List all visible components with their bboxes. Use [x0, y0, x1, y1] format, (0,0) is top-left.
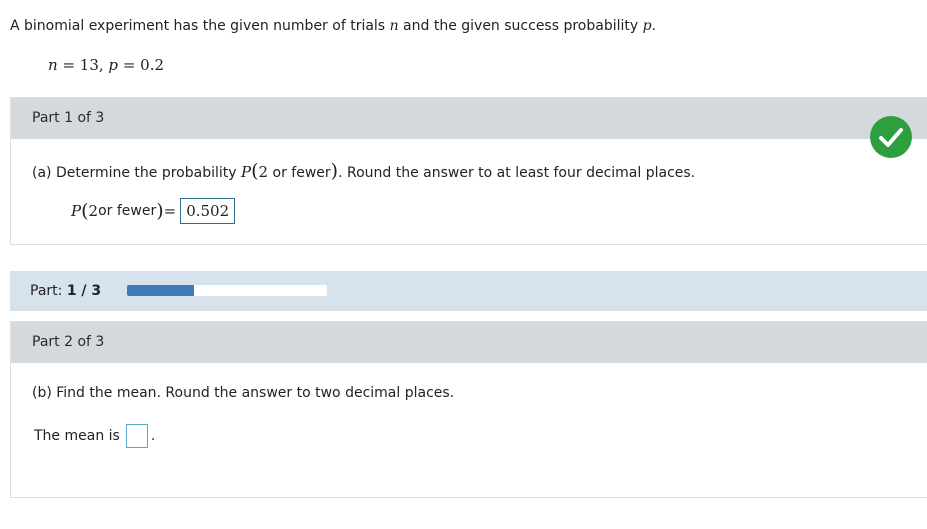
part2-card: Part 2 of 3 (b) Find the mean. Round the… [10, 321, 927, 498]
progress-section: Part: 1 / 3 [10, 271, 927, 311]
part1-question: (a) Determine the probability P(2 or few… [32, 160, 696, 182]
part1-answer-line: P ( 2 or fewer ) = 0.502 [71, 198, 236, 224]
n-symbol: n [389, 18, 399, 34]
part1-card: Part 1 of 3 (a) Determine the probabilit… [10, 97, 927, 245]
part1-answer-open-paren: ( [81, 199, 89, 222]
part1-question-close-paren: ) [330, 160, 339, 182]
progress-fill [127, 285, 194, 296]
mean-input[interactable] [125, 424, 148, 448]
part1-answer-inner: or fewer [98, 203, 157, 219]
given-n-label: n [48, 56, 58, 74]
part2-mean-line: The mean is . [34, 424, 155, 448]
part2-question: (b) Find the mean. Round the answer to t… [32, 385, 455, 401]
part1-answer-P: P [71, 202, 82, 220]
part1-question-inner: or fewer [268, 165, 331, 181]
progress-label-value: 1 / 3 [66, 283, 102, 299]
part1-header: Part 1 of 3 [11, 98, 927, 139]
part1-answer-input[interactable]: 0.502 [180, 198, 236, 224]
part1-question-open-paren: ( [251, 160, 259, 182]
part1-question-num: 2 [258, 163, 269, 181]
intro-text-2: and the given success probability [398, 18, 643, 34]
given-p-value: = 0.2 [122, 56, 165, 74]
part1-question-P: P [241, 163, 252, 181]
part1-answer-num: 2 [88, 202, 99, 220]
correct-check-icon [870, 116, 912, 158]
p-symbol: p [642, 18, 652, 34]
part2-mean-suffix: . [150, 428, 156, 444]
given-p-label: p [108, 56, 119, 74]
problem-intro: A binomial experiment has the given numb… [10, 18, 656, 34]
part2-header: Part 2 of 3 [11, 322, 927, 363]
progress-track [127, 285, 327, 296]
part1-question-prefix: (a) Determine the probability [32, 165, 241, 181]
part1-question-suffix: . Round the answer to at least four deci… [338, 165, 696, 181]
part1-answer-close-paren: ) [156, 199, 164, 222]
intro-text-1: A binomial experiment has the given numb… [10, 18, 390, 34]
given-parameters: n = 13, p = 0.2 [48, 56, 164, 74]
given-n-value: = 13, [62, 56, 109, 74]
progress-label-prefix: Part: [30, 283, 67, 299]
intro-text-3: . [651, 18, 657, 34]
progress-label: Part: 1 / 3 [30, 271, 101, 311]
part1-answer-equals: = [163, 202, 177, 220]
part2-mean-label: The mean is [34, 428, 120, 444]
